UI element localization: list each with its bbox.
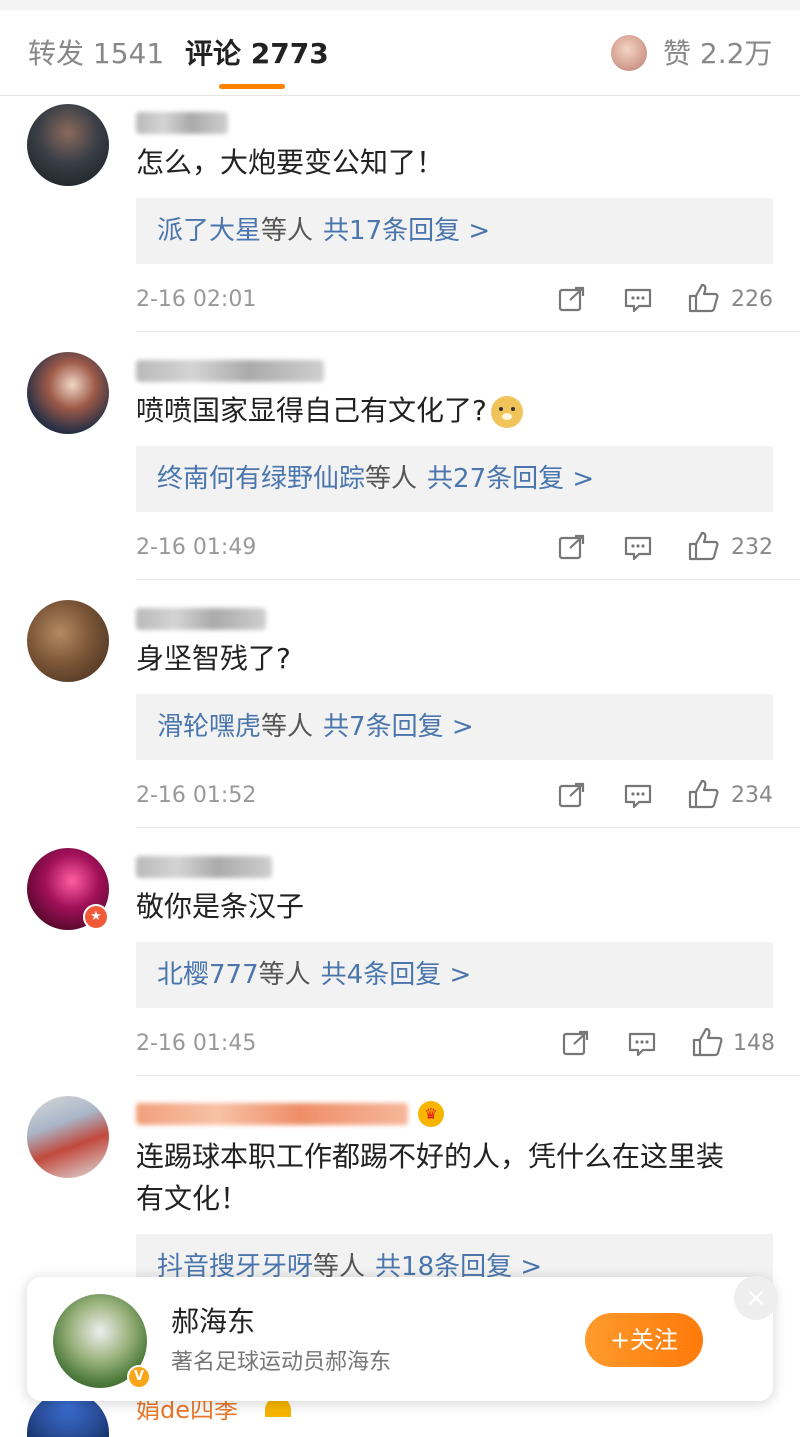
username-blurred[interactable]: [136, 1103, 408, 1125]
like-count: 226: [731, 287, 773, 312]
star-icon: ★: [83, 904, 109, 930]
username-blurred[interactable]: [136, 360, 324, 382]
tab-likes[interactable]: 赞 2.2万: [663, 38, 772, 70]
active-tab-indicator: [219, 84, 285, 89]
reply-etal: 等人: [261, 712, 314, 742]
comment-text-content: 喷喷国家显得自己有文化了?: [136, 394, 487, 427]
username-blurred[interactable]: [136, 856, 272, 878]
divider: [136, 1075, 800, 1076]
reply-count-link[interactable]: 共17条回复 >: [323, 216, 490, 246]
divider: [136, 579, 800, 580]
reply-summary[interactable]: 滑轮嘿虎等人 共7条回复 >: [136, 694, 773, 760]
comment-time: 2-16 02:01: [136, 287, 257, 312]
tab-comments[interactable]: 评论 2773: [185, 38, 329, 70]
divider: [136, 827, 800, 828]
share-icon[interactable]: [557, 781, 587, 809]
reply-count-link[interactable]: 共7条回复 >: [323, 712, 474, 742]
profile-description: 著名足球运动员郝海东: [171, 1350, 392, 1375]
comment-time: 2-16 01:52: [136, 783, 257, 808]
comment-text-line: 连踢球本职工作都踢不好的人，凭什么在这里装: [136, 1140, 725, 1173]
divider: [136, 331, 800, 332]
reply-summary[interactable]: 派了大星等人 共17条回复 >: [136, 198, 773, 264]
reply-names[interactable]: 滑轮嘿虎: [157, 712, 261, 742]
reply-etal: 等人: [258, 960, 311, 990]
thumbs-up-icon[interactable]: [687, 282, 721, 314]
comment-text: 敬你是条汉子: [136, 890, 305, 923]
comment-text-line: 有文化！: [136, 1182, 249, 1215]
avatar[interactable]: [27, 104, 109, 186]
comment-icon[interactable]: [627, 1030, 657, 1058]
reply-names[interactable]: 北樱777: [157, 960, 259, 990]
reply-count-link[interactable]: 共4条回复 >: [321, 960, 472, 990]
reply-count-link[interactable]: 共27条回复 >: [427, 464, 594, 494]
reply-names[interactable]: 派了大星: [157, 216, 261, 246]
close-icon[interactable]: ×: [734, 1276, 778, 1320]
share-icon[interactable]: [557, 285, 587, 313]
like-count: 232: [731, 535, 773, 560]
share-icon[interactable]: [557, 533, 587, 561]
verified-v-icon: V: [127, 1365, 151, 1389]
like-count: 234: [731, 783, 773, 808]
username-blurred[interactable]: [136, 608, 266, 630]
share-icon[interactable]: [561, 1029, 591, 1057]
comment-text: 连踢球本职工作都踢不好的人，凭什么在这里装 有文化！: [136, 1136, 776, 1220]
comment-text: 怎么，大炮要变公知了！: [136, 146, 445, 179]
tab-bar: 转发 1541 评论 2773 赞 2.2万: [0, 10, 800, 96]
profile-card[interactable]: V 郝海东 著名足球运动员郝海东 +关注: [27, 1277, 773, 1401]
avatar[interactable]: [27, 352, 109, 434]
comment-time: 2-16 01:45: [136, 1031, 257, 1056]
comment-icon[interactable]: [623, 534, 653, 562]
avatar[interactable]: [27, 1096, 109, 1178]
thumbs-up-icon[interactable]: [687, 530, 721, 562]
comment-text: 身坚智残了?: [136, 642, 291, 675]
like-count: 148: [733, 1031, 775, 1056]
reply-summary[interactable]: 北樱777等人 共4条回复 >: [136, 942, 773, 1008]
reply-names[interactable]: 终南何有绿野仙踪: [157, 464, 365, 494]
reply-etal: 等人: [261, 216, 314, 246]
comment-icon[interactable]: [623, 286, 653, 314]
crown-icon: ♛: [418, 1101, 444, 1127]
top-strip: [0, 0, 800, 10]
avatar[interactable]: [27, 600, 109, 682]
reply-etal: 等人: [365, 464, 418, 494]
tab-repost[interactable]: 转发 1541: [28, 38, 164, 70]
comment-time: 2-16 01:49: [136, 535, 257, 560]
liker-avatar: [611, 35, 647, 71]
username-blurred[interactable]: [136, 112, 228, 134]
comment-text: 喷喷国家显得自己有文化了?: [136, 390, 776, 432]
thumbs-up-icon[interactable]: [691, 1026, 725, 1058]
comment-icon[interactable]: [623, 782, 653, 810]
follow-button[interactable]: +关注: [585, 1313, 703, 1367]
thumbs-up-icon[interactable]: [687, 778, 721, 810]
reply-summary[interactable]: 终南何有绿野仙踪等人 共27条回复 >: [136, 446, 773, 512]
doge-emoji-icon: [490, 396, 523, 428]
profile-name[interactable]: 郝海东: [171, 1305, 255, 1339]
